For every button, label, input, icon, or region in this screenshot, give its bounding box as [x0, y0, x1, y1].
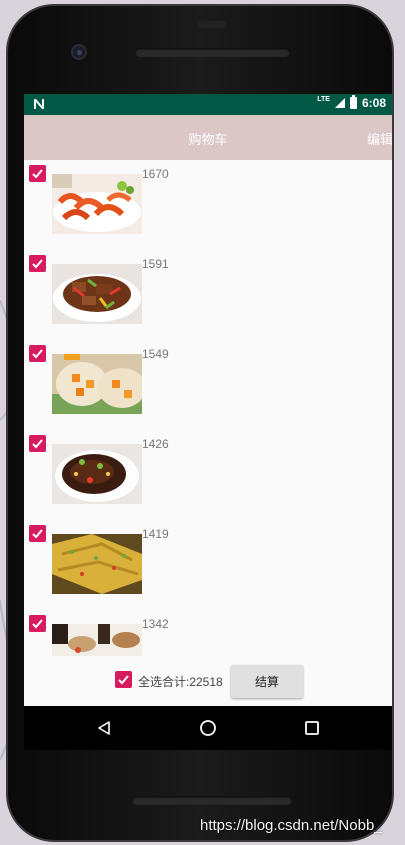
food-image: [52, 534, 142, 594]
top-speaker-grille: [135, 48, 290, 57]
item-checkbox[interactable]: [29, 435, 46, 452]
app-bar: 购物车 编辑: [24, 115, 392, 160]
android-n-icon: [34, 99, 44, 109]
cart-item[interactable]: 1426: [24, 430, 392, 520]
item-count: 1591: [142, 257, 169, 271]
select-all-total-label[interactable]: 全选合计:22518: [138, 673, 223, 690]
checkout-bar: 全选合计:22518 结算: [24, 656, 392, 706]
status-bar: LTE 6:08: [24, 94, 392, 115]
item-count: 1549: [142, 347, 169, 361]
cart-item[interactable]: 1591: [24, 250, 392, 340]
item-count: 1419: [142, 527, 169, 541]
battery-icon: [349, 95, 357, 109]
checkmark-icon: [32, 619, 43, 629]
checkmark-icon: [32, 529, 43, 539]
checkmark-icon: [32, 169, 43, 179]
item-checkbox[interactable]: [29, 255, 46, 272]
cart-item[interactable]: 1342: [24, 610, 392, 656]
select-all-checkbox[interactable]: [115, 671, 132, 688]
checkmark-icon: [118, 675, 129, 685]
watermark: https://blog.csdn.net/Nobb_: [200, 817, 383, 834]
item-checkbox[interactable]: [29, 165, 46, 182]
bottom-speaker-grille: [132, 796, 292, 805]
item-checkbox[interactable]: [29, 345, 46, 362]
page-title: 购物车: [188, 132, 228, 147]
food-image: [52, 444, 142, 504]
cart-item[interactable]: 1549: [24, 340, 392, 430]
food-image: [52, 264, 142, 324]
front-camera: [71, 44, 87, 60]
checkmark-icon: [32, 259, 43, 269]
back-icon[interactable]: [96, 720, 112, 736]
food-image: [52, 354, 142, 414]
lte-icon: LTE: [317, 95, 330, 103]
phone-screen: LTE 6:08 购物车 编辑 1670 1591 1549 1426 1419…: [24, 94, 392, 706]
food-image: [52, 174, 142, 234]
signal-icon: [334, 98, 345, 108]
cart-list[interactable]: 1670 1591 1549 1426 1419 1342: [24, 160, 392, 656]
cart-item[interactable]: 1419: [24, 520, 392, 610]
checkmark-icon: [32, 349, 43, 359]
edit-button[interactable]: 编辑: [367, 129, 392, 148]
earpiece: [198, 21, 226, 28]
checkout-button[interactable]: 结算: [231, 665, 303, 698]
home-icon[interactable]: [199, 719, 217, 737]
recent-apps-icon[interactable]: [305, 721, 319, 735]
item-count: 1342: [142, 617, 169, 631]
food-image: [52, 624, 142, 656]
item-count: 1670: [142, 167, 169, 181]
item-checkbox[interactable]: [29, 615, 46, 632]
cart-item[interactable]: 1670: [24, 160, 392, 250]
navigation-bar: [24, 706, 392, 750]
checkmark-icon: [32, 439, 43, 449]
status-time: 6:08: [361, 96, 386, 110]
item-count: 1426: [142, 437, 169, 451]
item-checkbox[interactable]: [29, 525, 46, 542]
